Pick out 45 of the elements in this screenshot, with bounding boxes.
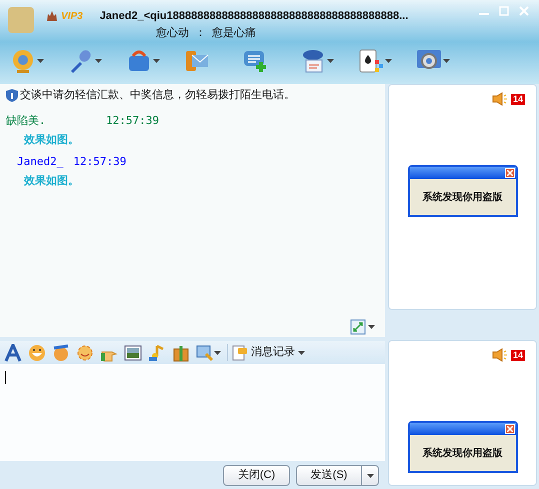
speaker-icon[interactable] [492,92,507,106]
message-time: 12:57:39 [106,112,159,128]
camera-icon[interactable] [10,48,36,74]
chat-add-icon[interactable] [242,48,268,74]
dropdown-caret-icon [366,474,374,478]
message-text: 效果如图。 [24,133,80,148]
resize-icon[interactable] [350,319,366,335]
image-icon[interactable] [124,344,142,362]
count-badge: 14 [510,350,525,360]
send-button[interactable]: 发送(S) [296,465,379,486]
sender-name: Janed2_ [17,154,64,170]
music-note-icon[interactable] [148,344,166,362]
gift-icon[interactable] [172,344,190,362]
dialog-message: 系统发现你用盗版 [422,446,502,460]
crown-icon [46,10,58,22]
close-button[interactable]: 关闭(C) [223,465,290,486]
chat-log-icon [232,344,248,360]
caret-icon [214,350,221,354]
caret-icon [368,325,375,329]
message-time: 12:57:39 [73,154,126,170]
security-notice: 交谈中请勿轻信汇款、中奖信息，勿轻易拨打陌生电话。 [20,88,295,103]
count-badge: 14 [510,94,525,104]
shield-icon [6,88,18,102]
status-label: 愈心动 [156,26,189,40]
close-icon[interactable] [504,424,514,434]
officer-icon[interactable] [300,48,326,74]
avatar [8,7,34,33]
status-separator: ： [195,26,206,40]
caret-icon [298,350,305,354]
cards-icon[interactable] [358,48,384,74]
screenshot-icon[interactable] [196,344,214,362]
dizzy-face-icon[interactable] [76,344,94,362]
status-text: 愈是心痛 [212,26,256,40]
vip-label: VIP3 [61,10,83,24]
speaker-icon[interactable] [492,348,507,362]
close-icon[interactable] [504,168,514,178]
contact-name: Janed2_<qiu18888888888888888888888888888888888888... [100,9,408,24]
dialog-message: 系统发现你用盗版 [422,190,502,204]
history-button[interactable]: 消息记录 [227,344,305,361]
font-icon[interactable] [4,344,22,362]
message-input[interactable] [0,364,385,461]
sender-name: 缺陷美. [6,112,47,128]
mail-icon[interactable] [184,48,210,74]
smiley-icon[interactable] [28,344,46,362]
message-text: 效果如图。 [24,174,80,189]
